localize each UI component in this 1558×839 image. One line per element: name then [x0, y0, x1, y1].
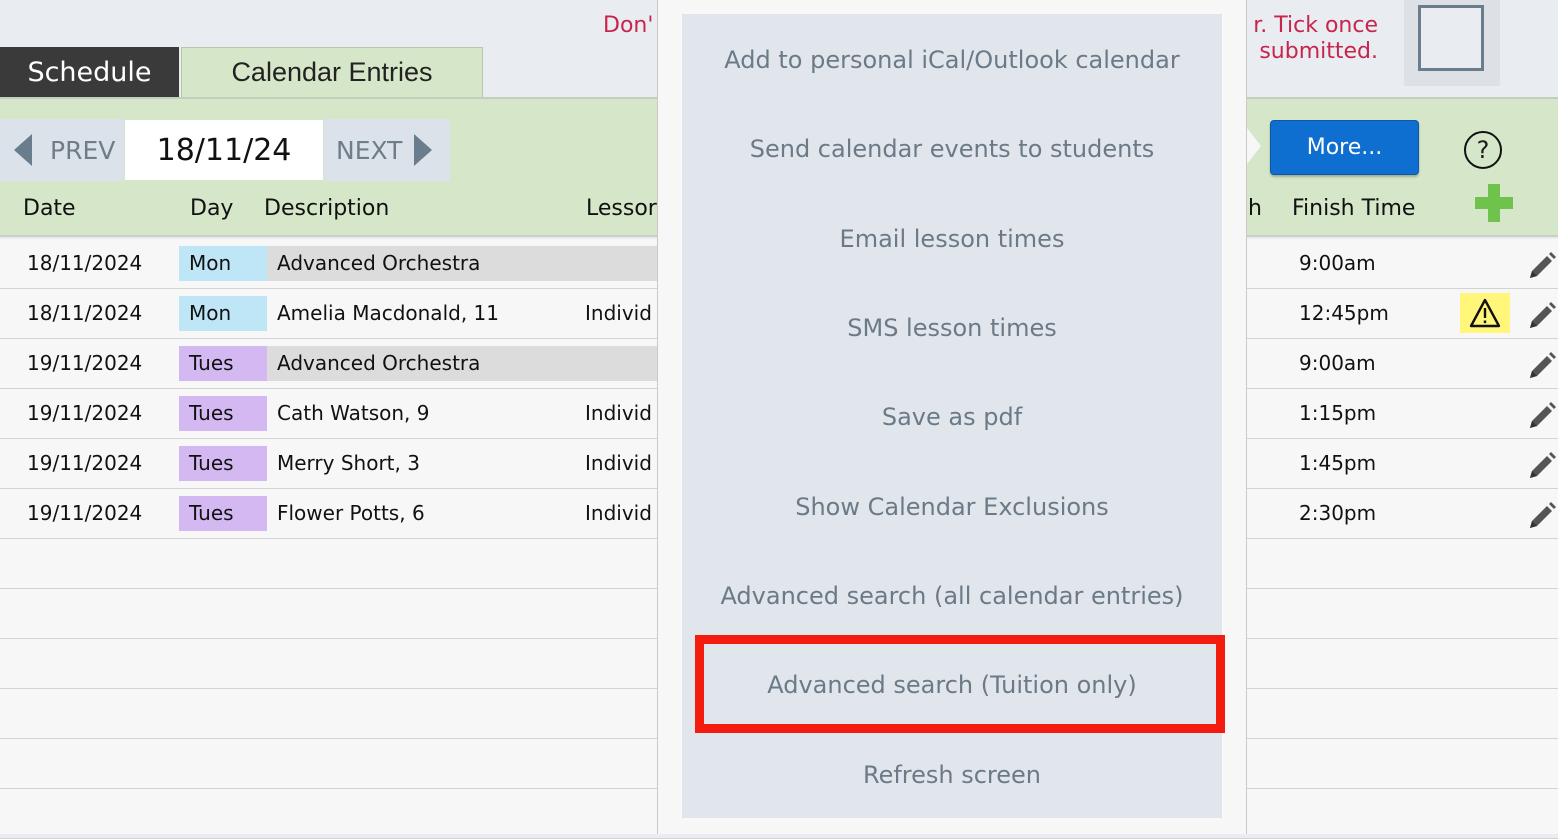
- cell-finish-time: 2:30pm: [1299, 501, 1377, 525]
- submitted-checkbox[interactable]: [1418, 5, 1484, 71]
- edit-pencil-icon[interactable]: [1527, 351, 1557, 381]
- prev-button[interactable]: PREV: [0, 119, 124, 181]
- menu-item-3[interactable]: Email lesson times: [682, 209, 1222, 269]
- column-header-day[interactable]: Day: [190, 196, 233, 221]
- warning-icon[interactable]: [1460, 293, 1510, 333]
- cell-day: Mon: [179, 246, 267, 281]
- cell-finish-time: 9:00am: [1299, 351, 1376, 375]
- cell-date: 18/11/2024: [27, 301, 143, 325]
- menu-item-4[interactable]: SMS lesson times: [682, 298, 1222, 358]
- cell-day: Tues: [179, 496, 267, 531]
- add-icon[interactable]: [1475, 184, 1513, 222]
- edit-pencil-icon[interactable]: [1527, 401, 1557, 431]
- cell-lesson: Individ: [585, 451, 652, 475]
- more-button[interactable]: More...: [1270, 120, 1419, 175]
- cell-finish-time: 9:00am: [1299, 251, 1376, 275]
- cell-day: Tues: [179, 346, 267, 381]
- chevron-left-icon: [14, 134, 32, 166]
- warning-line-1: r. Tick once: [1253, 13, 1378, 38]
- cell-day: Mon: [179, 296, 267, 331]
- highlight-box: [695, 635, 1225, 733]
- cell-lesson: Individ: [585, 401, 652, 425]
- cell-day: Tues: [179, 396, 267, 431]
- menu-item-2[interactable]: Send calendar events to students: [682, 119, 1222, 179]
- cell-finish-time: 1:45pm: [1299, 451, 1377, 475]
- warning-text-left: Don': [603, 13, 654, 38]
- next-label: NEXT: [336, 135, 403, 165]
- next-button[interactable]: NEXT: [324, 119, 450, 181]
- cell-description: Advanced Orchestra: [267, 246, 667, 281]
- menu-item-7[interactable]: Advanced search (all calendar entries): [682, 566, 1222, 626]
- cell-date: 19/11/2024: [27, 501, 143, 525]
- cell-date: 19/11/2024: [27, 451, 143, 475]
- menu-item-6[interactable]: Show Calendar Exclusions: [682, 477, 1222, 537]
- prev-label: PREV: [50, 135, 116, 165]
- edit-pencil-icon[interactable]: [1527, 251, 1557, 281]
- edit-pencil-icon[interactable]: [1527, 501, 1557, 531]
- cell-date: 19/11/2024: [27, 351, 143, 375]
- column-header-lesson[interactable]: Lessor: [586, 196, 657, 221]
- cell-lesson: Individ: [585, 501, 652, 525]
- warning-line-2: submitted.: [1259, 39, 1378, 64]
- column-header-description[interactable]: Description: [264, 196, 389, 221]
- help-icon[interactable]: ?: [1464, 131, 1502, 169]
- cell-finish-time: 1:15pm: [1299, 401, 1377, 425]
- edit-pencil-icon[interactable]: [1527, 451, 1557, 481]
- menu-item-1[interactable]: Add to personal iCal/Outlook calendar: [682, 30, 1222, 90]
- cell-lesson: Individ: [585, 301, 652, 325]
- column-header-finish-time[interactable]: Finish Time: [1292, 196, 1415, 221]
- menu-item-9[interactable]: Refresh screen: [682, 745, 1222, 805]
- tab-calendar-entries[interactable]: Calendar Entries: [181, 47, 483, 97]
- cell-date: 18/11/2024: [27, 251, 143, 275]
- cell-date: 19/11/2024: [27, 401, 143, 425]
- chevron-right-icon: [414, 134, 433, 166]
- edit-pencil-icon[interactable]: [1527, 301, 1557, 331]
- menu-item-5[interactable]: Save as pdf: [682, 387, 1222, 447]
- cell-day: Tues: [179, 446, 267, 481]
- column-header-date[interactable]: Date: [23, 196, 76, 221]
- cell-description: Advanced Orchestra: [267, 346, 667, 381]
- tab-schedule[interactable]: Schedule: [0, 47, 179, 97]
- column-header-start-fragment[interactable]: h: [1248, 196, 1262, 221]
- menu-pointer: [1247, 128, 1261, 164]
- cell-finish-time: 12:45pm: [1299, 301, 1389, 325]
- date-input[interactable]: [125, 120, 323, 180]
- warning-text-right: r. Tick once submitted.: [1246, 13, 1378, 65]
